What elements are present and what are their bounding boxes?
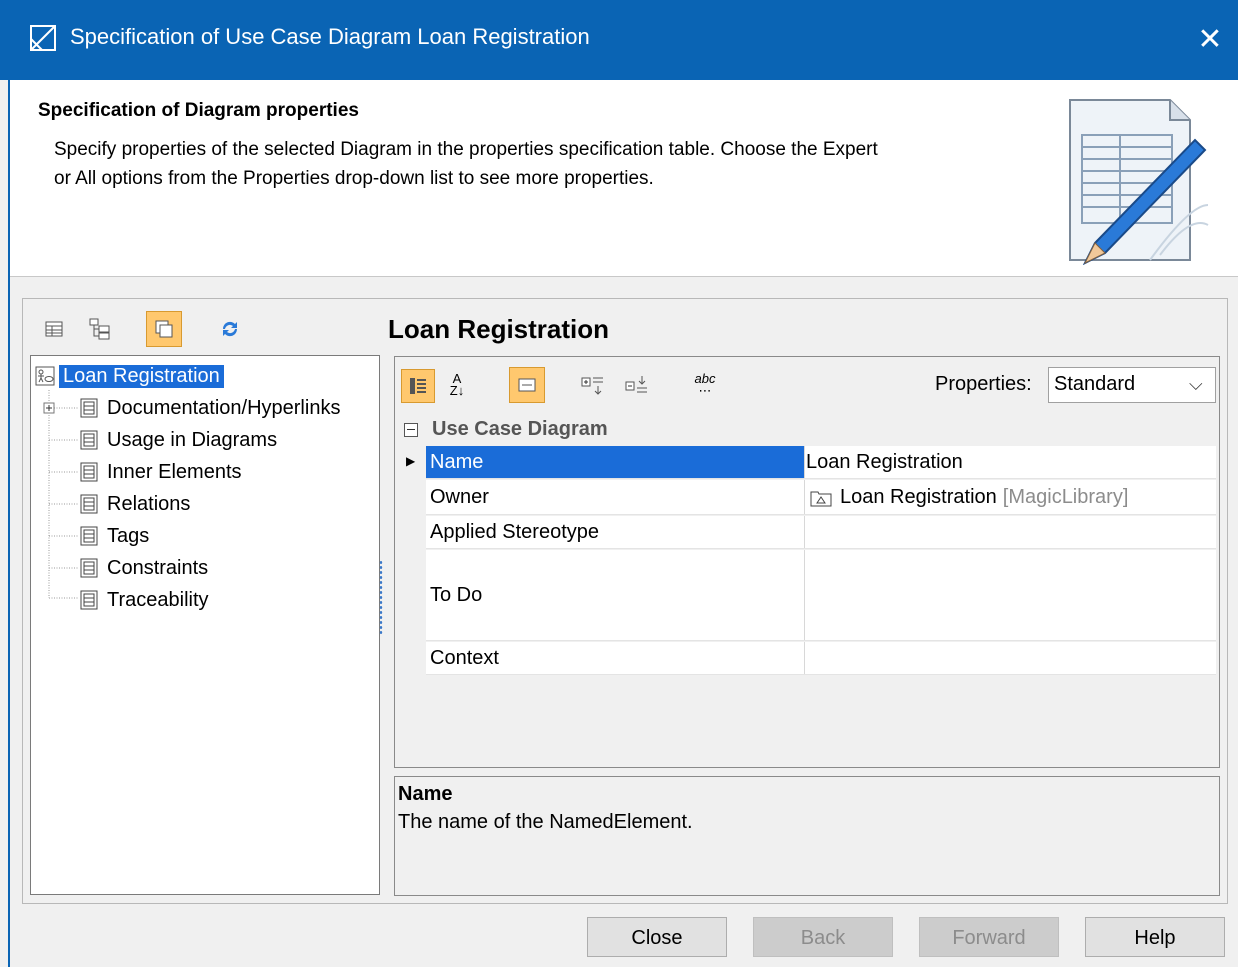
refresh-button[interactable] (214, 313, 246, 345)
header-panel: Specification of Diagram properties Spec… (10, 80, 1238, 277)
expand-all-button[interactable] (577, 369, 609, 401)
tree-item-label: Inner Elements (107, 460, 242, 483)
column-divider (804, 642, 805, 674)
show-description-button[interactable] (509, 367, 545, 403)
spelling-icon: abc ⋯ (694, 371, 716, 398)
property-row[interactable]: ▶ Name Loan Registration (406, 446, 1216, 479)
tree-item[interactable]: Documentation/Hyperlinks (79, 394, 340, 422)
tree-item[interactable]: Usage in Diagrams (79, 426, 277, 454)
description-line-2: or All options from the Properties drop-… (54, 168, 654, 189)
owner-library: [MagicLibrary] (1002, 486, 1129, 508)
document-icon (80, 558, 98, 578)
show-inherited-icon (155, 320, 173, 338)
tree-item-label: Usage in Diagrams (107, 428, 278, 451)
description-line-1: Specify properties of the selected Diagr… (54, 139, 878, 160)
show-description-icon (518, 378, 536, 392)
tree-item-label: Traceability (107, 588, 209, 611)
column-divider (804, 480, 805, 514)
document-icon (80, 398, 98, 418)
tree-view-button[interactable] (84, 313, 116, 345)
package-icon (810, 491, 832, 506)
close-button[interactable]: Close (587, 917, 727, 957)
expand-all-icon (581, 377, 603, 395)
tree-view-icon (89, 318, 110, 340)
document-icon (80, 494, 98, 514)
collapse-all-icon (625, 376, 647, 393)
property-name: To Do (430, 584, 483, 606)
refresh-icon (222, 321, 238, 337)
group-header[interactable]: Use Case Diagram (404, 418, 608, 441)
column-divider (804, 446, 805, 478)
splitter-handle[interactable] (379, 560, 383, 634)
tree-item-label: Relations (107, 492, 191, 515)
forward-button[interactable]: Forward (919, 917, 1059, 957)
properties-dropdown-value: Standard (1054, 373, 1136, 395)
window-title: Specification of Use Case Diagram Loan R… (70, 24, 590, 49)
owner-name[interactable]: Loan Registration (840, 486, 997, 509)
document-icon (80, 462, 98, 482)
property-row[interactable]: Owner Loan Registration [MagicLibrary] (426, 480, 1216, 515)
property-name: Owner (430, 486, 489, 508)
categorized-icon (410, 378, 426, 394)
collapse-all-button[interactable] (621, 369, 653, 401)
use-case-diagram-icon (35, 366, 55, 386)
spelling-button[interactable]: abc ⋯ (689, 369, 721, 401)
description-title: Name (398, 783, 453, 805)
help-button[interactable]: Help (1085, 917, 1225, 957)
tree-lines (43, 390, 79, 599)
specification-tree[interactable]: Loan Registration Documentation/Hyperlin… (30, 355, 380, 895)
close-window-button[interactable]: ✕ (1190, 20, 1230, 60)
properties-dropdown[interactable]: Standard ⌵ (1048, 367, 1216, 403)
header-heading: Specification of Diagram properties (38, 100, 359, 121)
title-bar: Specification of Use Case Diagram Loan R… (0, 0, 1238, 80)
table-view-icon (45, 321, 63, 337)
tree-item-label: Constraints (107, 556, 209, 579)
properties-label: Properties: (935, 373, 1032, 395)
description-panel: Name The name of the NamedElement. (394, 776, 1220, 896)
property-grid[interactable]: Use Case Diagram ▶ Name Loan Registration O… (396, 410, 1216, 764)
property-value: Loan Registration (806, 451, 963, 473)
sort-alpha-icon: A Z↓ (449, 371, 465, 398)
property-row[interactable]: Applied Stereotype (426, 516, 1216, 549)
document-icon (80, 430, 98, 450)
property-row[interactable]: To Do (426, 550, 1216, 641)
sort-alphabetically-button[interactable]: A Z↓ (441, 369, 473, 401)
table-view-button[interactable] (38, 313, 70, 345)
chevron-down-icon: ⌵ (1189, 374, 1203, 394)
diagram-icon (30, 25, 56, 51)
tree-item-label: Documentation/Hyperlinks (107, 396, 341, 419)
tree-root-label[interactable]: Loan Registration (59, 364, 224, 388)
tree-item[interactable]: Relations (79, 490, 190, 518)
tree-item[interactable]: Traceability (79, 586, 209, 614)
tree-root[interactable]: Loan Registration (35, 362, 224, 390)
property-name: Applied Stereotype (430, 521, 600, 543)
tree-item-label: Tags (107, 524, 150, 547)
header-description: Specify properties of the selected Diagr… (54, 135, 1014, 193)
tree-item[interactable]: Tags (79, 522, 149, 550)
column-divider (804, 550, 805, 640)
group-label: Use Case Diagram (432, 418, 608, 440)
property-row[interactable]: Context (426, 642, 1216, 675)
show-inherited-button[interactable] (146, 311, 182, 347)
back-button[interactable]: Back (753, 917, 893, 957)
property-name: Name (430, 451, 484, 473)
property-value: Loan Registration [MagicLibrary] (810, 486, 1128, 509)
row-pointer-icon: ▶ (406, 454, 416, 468)
property-name: Context (430, 647, 499, 669)
specification-document-icon (1069, 99, 1209, 265)
tree-item[interactable]: Constraints (79, 554, 208, 582)
categorized-button[interactable] (401, 369, 435, 403)
column-divider (804, 516, 805, 548)
element-title: Loan Registration (388, 314, 610, 344)
document-icon (80, 526, 98, 546)
description-text: The name of the NamedElement. (398, 811, 693, 833)
document-icon (80, 590, 98, 610)
collapse-group-icon[interactable] (404, 422, 418, 437)
tree-item[interactable]: Inner Elements (79, 458, 242, 486)
